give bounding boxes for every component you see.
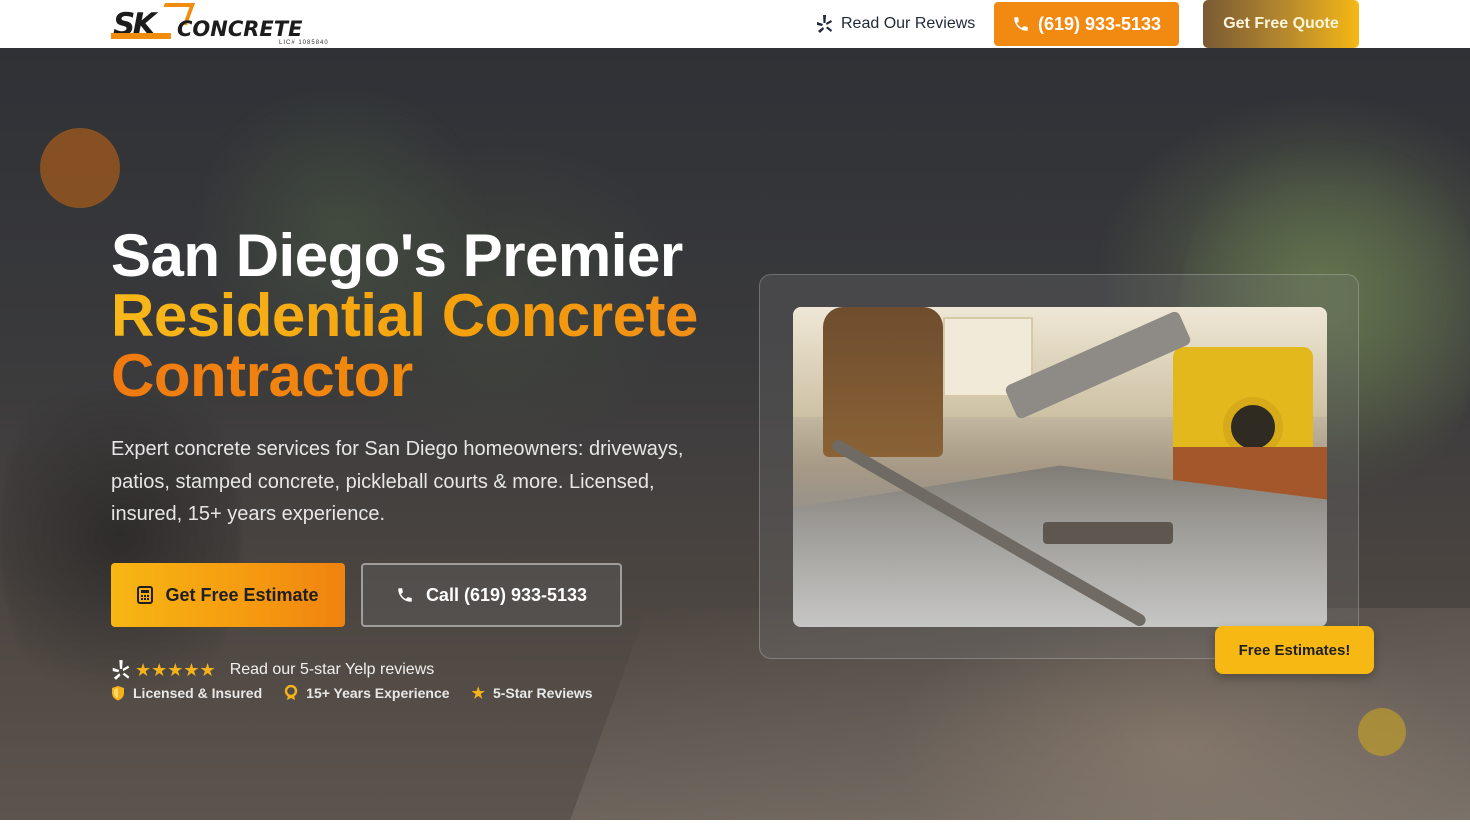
decorative-orange-circle <box>40 128 120 208</box>
hero-section: San Diego's Premier Residential Concrete… <box>0 48 1470 820</box>
logo-wordmark: CONCRETE <box>177 17 303 41</box>
yelp-reviews-link[interactable]: ★★★★★ Read our 5-star Yelp reviews <box>111 659 434 681</box>
header-phone-button[interactable]: (619) 933-5133 <box>994 2 1179 46</box>
phone-icon <box>398 588 412 602</box>
site-header: SK CONCRETE LIC# 1085840 Read Our Review… <box>0 0 1470 48</box>
trust-badges: Licensed & Insured 15+ Years Experience … <box>111 683 593 703</box>
headline-line-2: Residential Concrete <box>111 286 751 346</box>
get-free-quote-button[interactable]: Get Free Quote <box>1203 0 1359 48</box>
call-phone-label: Call (619) 933-5133 <box>425 584 588 605</box>
badge-experience: 15+ Years Experience <box>284 685 450 701</box>
get-free-estimate-label: Get Free Estimate <box>165 584 319 605</box>
star-rating: ★★★★★ <box>135 659 216 680</box>
free-estimates-tag: Free Estimates! <box>1215 626 1374 674</box>
decorative-yellow-circle <box>1358 708 1406 756</box>
logo-underline <box>111 33 171 39</box>
badge-licensed: Licensed & Insured <box>111 685 262 701</box>
award-icon <box>284 685 298 700</box>
badge-experience-label: 15+ Years Experience <box>306 685 450 701</box>
read-reviews-label: Read Our Reviews <box>841 15 976 32</box>
logo[interactable]: SK CONCRETE LIC# 1085840 <box>111 0 331 48</box>
yelp-icon <box>112 660 130 680</box>
calculator-icon <box>137 586 154 604</box>
hero-image-card <box>759 274 1359 659</box>
star-icon: ★ <box>471 685 485 702</box>
call-phone-button[interactable]: Call (619) 933-5133 <box>361 563 622 627</box>
hero-headline: San Diego's Premier Residential Concrete… <box>111 226 751 406</box>
concrete-pour-photo <box>793 307 1327 627</box>
badge-licensed-label: Licensed & Insured <box>133 685 263 701</box>
get-free-estimate-button[interactable]: Get Free Estimate <box>111 563 345 627</box>
yelp-reviews-label: Read our 5-star Yelp reviews <box>229 661 435 678</box>
worker-illustration <box>823 307 943 457</box>
read-reviews-link[interactable]: Read Our Reviews <box>816 12 975 36</box>
header-phone-label: (619) 933-5133 <box>1037 13 1162 34</box>
headline-line-3: Contractor <box>111 346 751 406</box>
phone-icon <box>1014 17 1028 31</box>
logo-license: LIC# 1085840 <box>279 40 329 46</box>
shield-icon <box>112 686 124 701</box>
badge-reviews: ★ 5-Star Reviews <box>472 684 593 702</box>
headline-line-1: San Diego's Premier <box>111 222 683 289</box>
yelp-icon <box>817 15 832 33</box>
hero-subtext: Expert concrete services for San Diego h… <box>111 438 684 525</box>
badge-reviews-label: 5-Star Reviews <box>492 685 593 701</box>
page-bottom-strip <box>0 820 1470 836</box>
